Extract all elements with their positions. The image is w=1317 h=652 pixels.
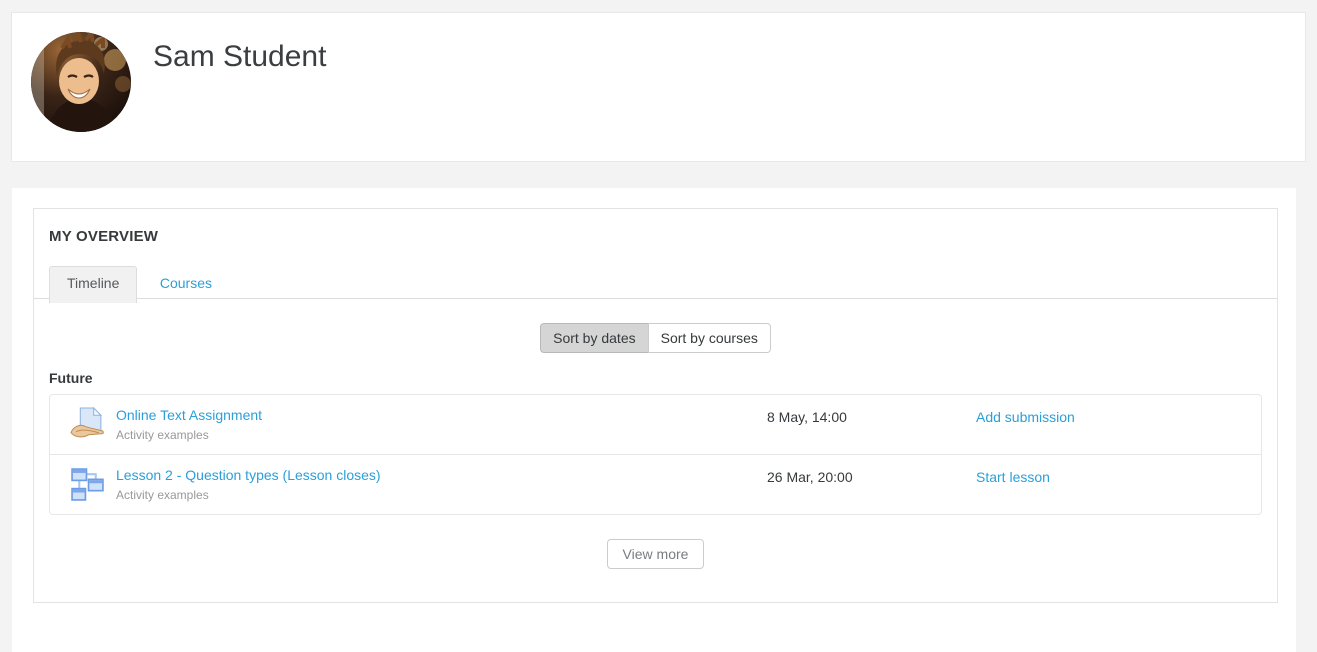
sort-button-group: Sort by dates Sort by courses — [540, 323, 771, 353]
lesson-icon — [70, 467, 105, 502]
event-course-name: Activity examples — [116, 489, 767, 502]
event-text: Online Text Assignment Activity examples — [116, 395, 767, 454]
event-text: Lesson 2 - Question types (Lesson closes… — [116, 455, 767, 514]
sort-by-courses-button[interactable]: Sort by courses — [648, 323, 771, 353]
view-more-row: View more — [49, 539, 1262, 569]
event-course-name: Activity examples — [116, 429, 767, 442]
event-action: Add submission — [976, 395, 1261, 425]
start-lesson-link[interactable]: Start lesson — [976, 469, 1050, 485]
event-row: Lesson 2 - Question types (Lesson closes… — [49, 454, 1262, 515]
event-list: Online Text Assignment Activity examples… — [49, 394, 1262, 515]
user-avatar — [31, 32, 131, 132]
my-overview-block: MY OVERVIEW Timeline Courses Sort by dat… — [33, 208, 1278, 603]
event-row: Online Text Assignment Activity examples… — [49, 394, 1262, 455]
page-title: Sam Student — [153, 35, 326, 79]
event-title-link[interactable]: Lesson 2 - Question types (Lesson closes… — [116, 467, 381, 483]
tab-courses[interactable]: Courses — [143, 267, 229, 299]
event-due-date: 26 Mar, 20:00 — [767, 455, 976, 485]
assignment-icon — [70, 407, 105, 442]
block-title: MY OVERVIEW — [49, 228, 1262, 245]
profile-header-card: Sam Student — [11, 12, 1306, 162]
view-more-button[interactable]: View more — [607, 539, 705, 569]
overview-tabbar: Timeline Courses — [49, 266, 1262, 303]
sort-button-row: Sort by dates Sort by courses — [49, 323, 1262, 353]
main-content-card: MY OVERVIEW Timeline Courses Sort by dat… — [12, 188, 1296, 652]
add-submission-link[interactable]: Add submission — [976, 409, 1075, 425]
user-avatar-image — [31, 32, 131, 132]
sort-by-dates-button[interactable]: Sort by dates — [540, 323, 649, 353]
event-due-date: 8 May, 14:00 — [767, 395, 976, 425]
tab-timeline[interactable]: Timeline — [49, 266, 137, 303]
timeline-section-label: Future — [49, 370, 1262, 386]
event-action: Start lesson — [976, 455, 1261, 485]
event-title-link[interactable]: Online Text Assignment — [116, 407, 262, 423]
